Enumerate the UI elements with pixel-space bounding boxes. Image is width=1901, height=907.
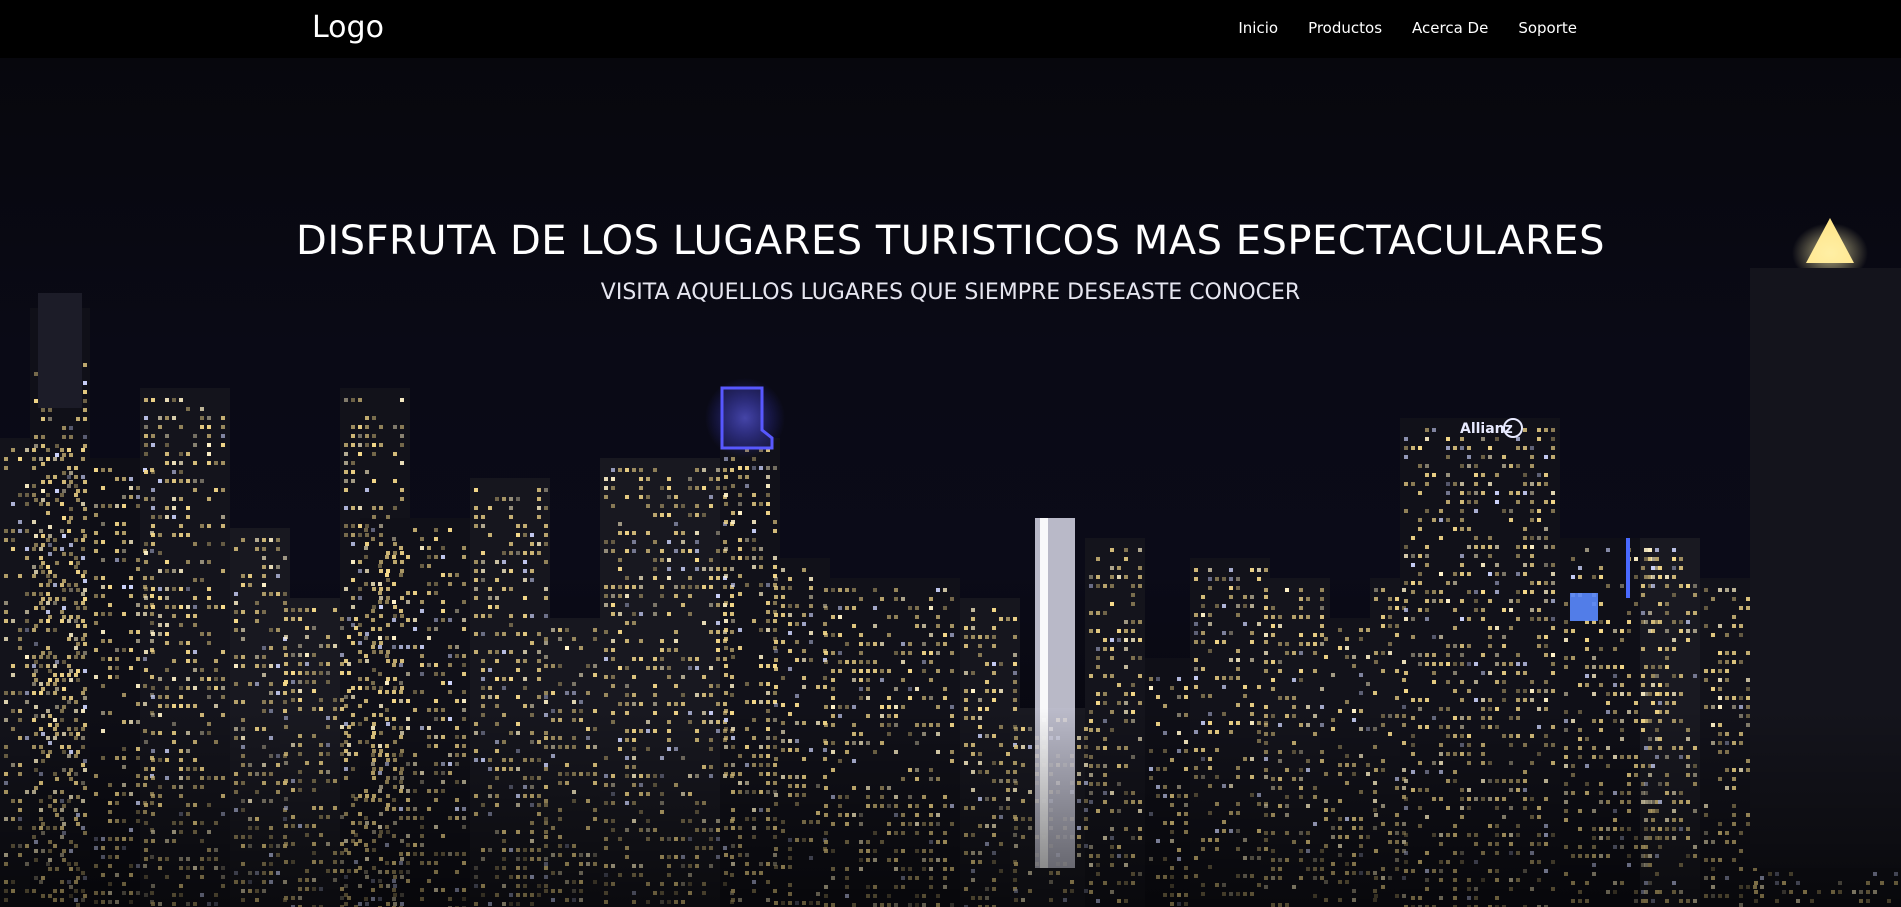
nav-link-productos[interactable]: Productos [1308, 19, 1382, 37]
nav-links: Inicio Productos Acerca De Soporte [1238, 0, 1577, 56]
nav-link-soporte[interactable]: Soporte [1518, 19, 1577, 37]
navbar: Logo Inicio Productos Acerca De Soporte [0, 0, 1901, 58]
hero-section: Allianz DISFRUTA DE LOS LUGARES TURISTIC… [0, 58, 1901, 907]
nav-link-acerca-de[interactable]: Acerca De [1412, 19, 1488, 37]
city-skyline-image: Allianz [0, 218, 1901, 907]
hero-subtitle: VISITA AQUELLOS LUGARES QUE SIEMPRE DESE… [600, 280, 1301, 305]
hero-title: DISFRUTA DE LOS LUGARES TURISTICOS MAS E… [296, 218, 1605, 264]
nav-link-inicio[interactable]: Inicio [1238, 19, 1278, 37]
logo[interactable]: Logo [312, 8, 384, 48]
